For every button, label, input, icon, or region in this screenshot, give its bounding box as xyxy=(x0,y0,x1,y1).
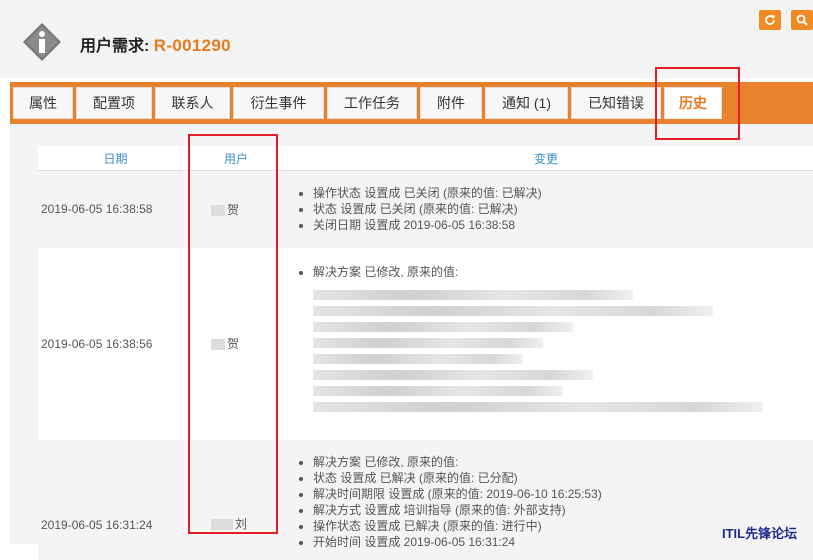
change-item: 解决时间期限 设置成 (原来的值: 2019-06-10 16:25:53) xyxy=(313,486,813,502)
history-user: 刘 xyxy=(193,439,279,560)
tab-notifications[interactable]: 通知 (1) xyxy=(485,87,568,119)
change-item: 解决方案 已修改, 原来的值: xyxy=(313,454,813,470)
search-icon xyxy=(796,14,808,26)
page-title: 用户需求: R-001290 xyxy=(80,32,231,56)
table-header-row: 日期 用户 变更 xyxy=(38,146,813,171)
page-title-prefix: 用户需求: xyxy=(80,38,150,55)
history-user-name: 刘 xyxy=(235,516,248,531)
history-user-name: 贺 xyxy=(227,337,240,351)
forum-watermark: ITIL先锋论坛 xyxy=(722,526,798,541)
redacted-mark xyxy=(211,518,233,530)
tab-derived-events[interactable]: 衍生事件 xyxy=(233,87,324,119)
tab-work-tasks[interactable]: 工作任务 xyxy=(327,87,417,119)
page-header: 用户需求: R-001290 xyxy=(0,0,813,78)
tab-contacts[interactable]: 联系人 xyxy=(155,87,230,119)
history-date: 2019-06-05 16:38:56 xyxy=(38,247,193,440)
history-table: 日期 用户 变更 2019-06-05 16:38:58 贺 操作状态 设置成 … xyxy=(38,146,813,560)
history-date: 2019-06-05 16:31:24 xyxy=(38,439,193,560)
history-user-name: 贺 xyxy=(227,202,240,217)
change-item: 状态 设置成 已解决 (原来的值: 已分配) xyxy=(313,470,813,486)
refresh-icon xyxy=(765,15,775,25)
info-icon xyxy=(23,23,61,61)
redacted-mark xyxy=(211,339,225,351)
ticket-reference: R-001290 xyxy=(153,36,231,55)
tab-attachments[interactable]: 附件 xyxy=(420,87,482,119)
column-header-date: 日期 xyxy=(38,146,193,171)
table-row: 2019-06-05 16:38:58 贺 操作状态 设置成 已关闭 (原来的值… xyxy=(38,170,813,248)
table-row: 2019-06-05 16:38:56 贺 解决方案 已修改, 原来的值: xyxy=(38,247,813,440)
tab-config-items[interactable]: 配置项 xyxy=(76,87,152,119)
change-item: 解决方案 已修改, 原来的值: xyxy=(313,264,813,280)
redacted-mark xyxy=(211,205,225,217)
history-date: 2019-06-05 16:38:58 xyxy=(38,170,193,248)
column-header-user: 用户 xyxy=(193,146,279,171)
history-changes: 操作状态 设置成 已关闭 (原来的值: 已解决) 状态 设置成 已关闭 (原来的… xyxy=(279,170,813,248)
change-item: 操作状态 设置成 已关闭 (原来的值: 已解决) xyxy=(313,185,813,201)
tab-history[interactable]: 历史 xyxy=(664,87,722,119)
tab-known-errors[interactable]: 已知错误 xyxy=(571,87,661,119)
tab-properties[interactable]: 属性 xyxy=(13,87,73,119)
refresh-button[interactable] xyxy=(759,10,781,30)
change-item: 状态 设置成 已关闭 (原来的值: 已解决) xyxy=(313,201,813,217)
history-user: 贺 xyxy=(193,247,279,440)
change-item: 关闭日期 设置成 2019-06-05 16:38:58 xyxy=(313,217,813,233)
history-user: 贺 xyxy=(193,170,279,248)
table-row: 2019-06-05 16:31:24 刘 解决方案 已修改, 原来的值: 状态… xyxy=(38,439,813,560)
change-item: 解决方式 设置成 培训指导 (原来的值: 外部支持) xyxy=(313,502,813,518)
tab-bar: 属性 配置项 联系人 衍生事件 工作任务 附件 通知 (1) 已知错误 历史 xyxy=(10,82,813,124)
column-header-changes: 变更 xyxy=(279,146,813,171)
search-button[interactable] xyxy=(791,10,813,30)
history-changes: 解决方案 已修改, 原来的值: xyxy=(279,247,813,440)
redacted-content xyxy=(279,289,813,430)
